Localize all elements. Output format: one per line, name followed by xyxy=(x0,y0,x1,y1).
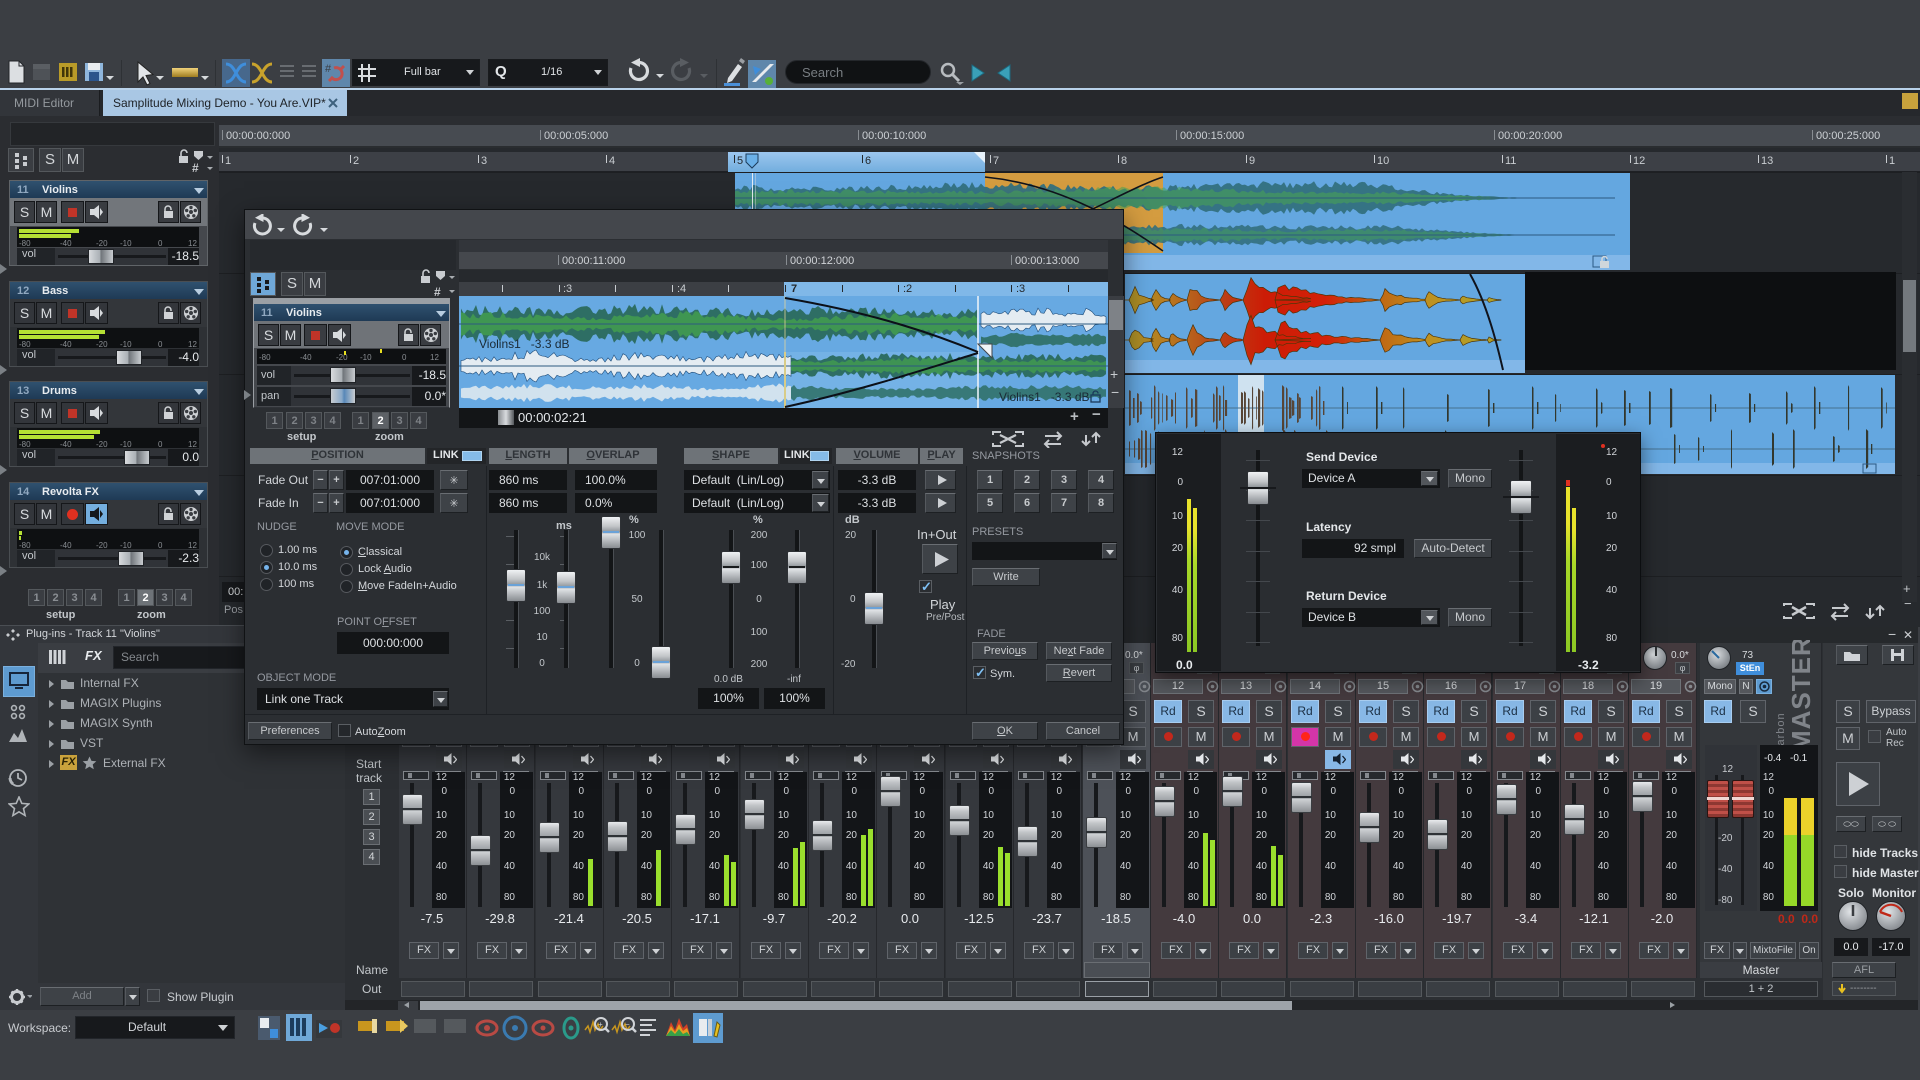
svg-text:Violins1 -3.3 dB: Violins1 -3.3 dB xyxy=(999,390,1090,404)
svg-text:#: # xyxy=(192,161,199,174)
svg-text:MASTER: MASTER xyxy=(1786,640,1816,752)
svg-text:#: # xyxy=(325,63,332,75)
svg-text:Violins1 -3.3 dB: Violins1 -3.3 dB xyxy=(479,337,570,351)
svg-text:−: − xyxy=(625,1020,630,1029)
svg-text:#: # xyxy=(434,285,441,299)
svg-text:+: + xyxy=(598,1020,603,1029)
